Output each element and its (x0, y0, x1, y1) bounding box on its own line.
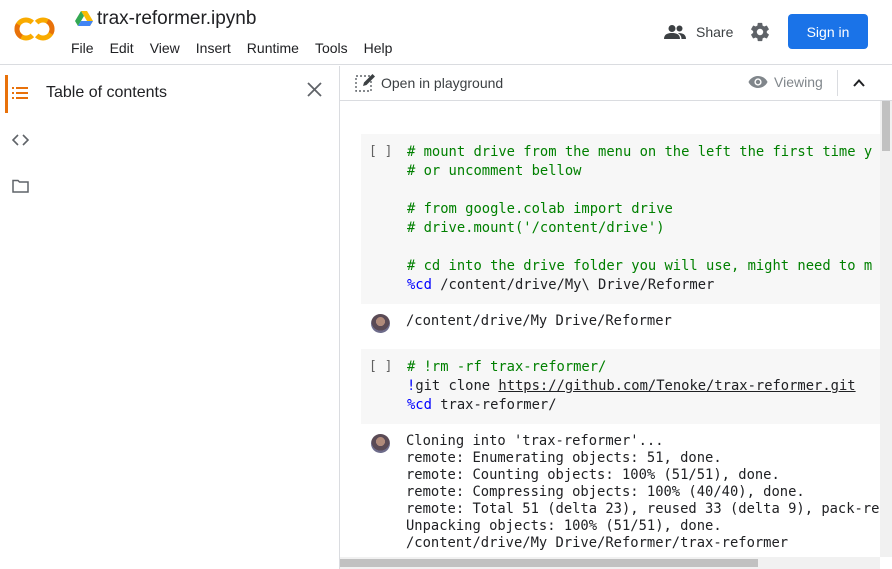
menu-insert[interactable]: Insert (196, 40, 231, 56)
code-text: /content/drive/My\ Drive/Reformer (431, 277, 715, 293)
share-label: Share (696, 24, 734, 40)
viewing-label: Viewing (774, 74, 823, 90)
code-line: %cd trax-reformer/ (407, 397, 557, 413)
cell-output-line: /content/drive/My Drive/Reformer/trax-re… (406, 535, 789, 551)
menu-runtime[interactable]: Runtime (247, 40, 299, 56)
sidebar-panel (0, 66, 340, 569)
toolbar-divider (837, 70, 838, 96)
code-line: # or uncomment bellow (407, 163, 581, 179)
google-drive-icon[interactable] (75, 11, 93, 27)
cell-output-line: Cloning into 'trax-reformer'... (406, 433, 664, 449)
menu-help[interactable]: Help (364, 40, 393, 56)
code-line: # mount drive from the menu on the left … (407, 144, 872, 160)
cell-output-line: remote: Total 51 (delta 23), reused 33 (… (406, 501, 880, 517)
open-in-playground-button[interactable]: Open in playground (355, 73, 503, 93)
cell-output-line: /content/drive/My Drive/Reformer (406, 313, 672, 329)
colab-logo-icon[interactable] (14, 14, 56, 44)
vertical-scrollbar[interactable] (880, 101, 892, 557)
code-text: git clone (415, 378, 499, 394)
code-line: # cd into the drive folder you will use,… (407, 258, 872, 274)
close-icon[interactable] (306, 81, 323, 98)
comment-text: # or uncomment bellow (407, 163, 582, 179)
sidebar-active-indicator (5, 75, 8, 113)
comment-text: # cd into the drive folder you will use,… (407, 258, 873, 274)
cell-output-line: remote: Enumerating objects: 51, done. (406, 450, 722, 466)
toc-title: Table of contents (46, 84, 167, 101)
eye-icon (748, 76, 768, 88)
share-button[interactable]: Share (664, 21, 733, 43)
magic-command: %cd (407, 277, 432, 293)
menu-tools[interactable]: Tools (315, 40, 348, 56)
code-line: # from google.colab import drive (407, 201, 673, 217)
cell-output-line: remote: Counting objects: 100% (51/51), … (406, 467, 780, 483)
repo-link[interactable]: https://github.com/Tenoke/trax-reformer.… (498, 378, 855, 394)
cell-run-bracket[interactable]: [ ] (369, 359, 392, 374)
chevron-up-icon[interactable] (852, 76, 866, 90)
avatar (371, 314, 390, 333)
sign-in-button[interactable]: Sign in (788, 14, 868, 49)
comment-text: # !rm -rf trax-reformer/ (407, 359, 607, 375)
code-line: # drive.mount('/content/drive') (407, 220, 665, 236)
comment-text: # mount drive from the menu on the left … (407, 144, 873, 160)
menu-file[interactable]: File (71, 40, 94, 56)
playground-label: Open in playground (381, 75, 504, 91)
magic-command: %cd (407, 397, 432, 413)
viewing-mode-button[interactable]: Viewing (748, 74, 823, 90)
cell-output-line: remote: Compressing objects: 100% (40/40… (406, 484, 805, 500)
toc-icon[interactable] (12, 86, 28, 100)
code-line: %cd /content/drive/My\ Drive/Reformer (407, 277, 714, 293)
code-text: trax-reformer/ (431, 397, 557, 413)
comment-text: # drive.mount('/content/drive') (407, 220, 665, 236)
cell-output-line: Unpacking objects: 100% (51/51), done. (406, 518, 722, 534)
vertical-scrollbar-thumb[interactable] (882, 101, 890, 151)
menu-bar: File Edit View Insert Runtime Tools Help (71, 40, 408, 56)
cell-run-bracket[interactable]: [ ] (369, 144, 392, 159)
avatar (371, 434, 390, 453)
code-line: !git clone https://github.com/Tenoke/tra… (407, 378, 856, 394)
notebook-title[interactable]: trax-reformer.ipynb (97, 8, 256, 30)
code-line: # !rm -rf trax-reformer/ (407, 359, 606, 375)
folder-icon[interactable] (12, 179, 29, 193)
menu-edit[interactable]: Edit (110, 40, 134, 56)
comment-text: # from google.colab import drive (407, 201, 673, 217)
people-icon (664, 25, 686, 39)
menu-view[interactable]: View (150, 40, 180, 56)
code-snippets-icon[interactable] (12, 133, 29, 147)
horizontal-scrollbar-thumb[interactable] (340, 559, 758, 567)
edit-icon (355, 74, 375, 92)
settings-gear-icon[interactable] (749, 21, 771, 43)
